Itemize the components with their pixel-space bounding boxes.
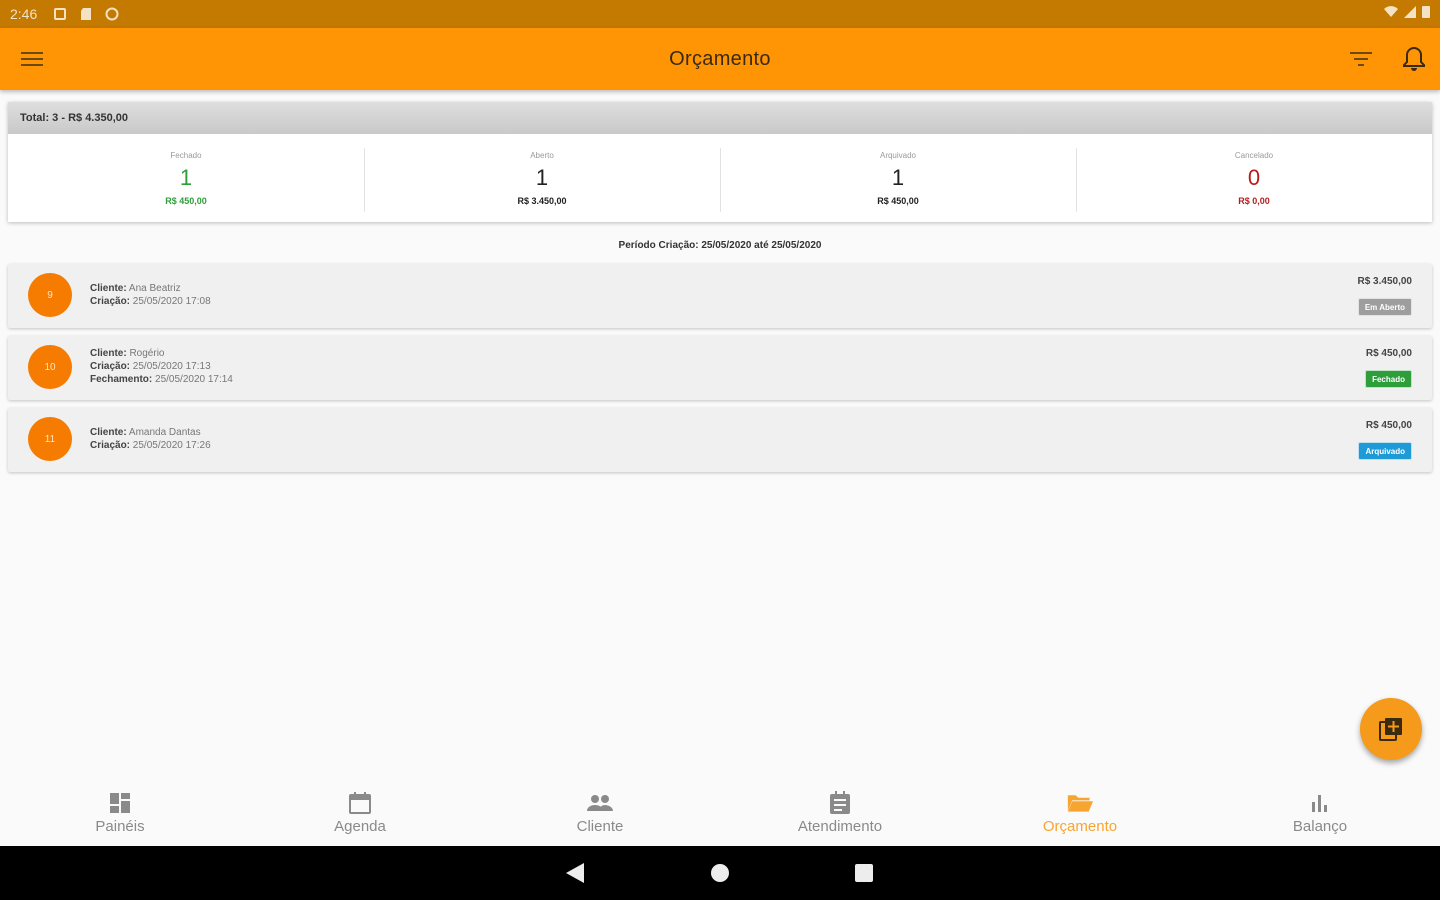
created-line: Criação: 25/05/2020 17:13 — [90, 360, 233, 373]
menu-icon[interactable] — [20, 47, 44, 71]
system-navigation-bar — [0, 846, 1440, 900]
status-stats: Fechado 1 R$ 450,00 Aberto 1 R$ 3.450,00… — [8, 134, 1432, 222]
notification-icon — [53, 7, 67, 21]
app-bar: Orçamento — [0, 28, 1440, 90]
nav-label: Balanço — [1292, 817, 1348, 835]
people-icon — [587, 790, 613, 816]
summary-card: Total: 3 - R$ 4.350,00 Fechado 1 R$ 450,… — [8, 102, 1432, 222]
sync-icon — [105, 7, 119, 21]
status-badge: Fechado — [1365, 370, 1412, 388]
stat-label: Cancelado — [1234, 150, 1274, 160]
bottom-navigation: Painéis Agenda Cliente Atendimento Orçam… — [0, 778, 1440, 846]
page-title: Orçamento — [669, 47, 771, 70]
add-box-icon — [1379, 718, 1402, 741]
client-line: Cliente: Amanda Dantas — [90, 426, 211, 439]
stat-label: Aberto — [530, 150, 554, 160]
stat-cancelado[interactable]: Cancelado 0 R$ 0,00 — [1076, 134, 1432, 222]
created-key: Criação: — [90, 296, 131, 307]
nav-item-orcamento[interactable]: Orçamento — [960, 778, 1200, 846]
client-value: Rogério — [129, 348, 165, 359]
folder-open-icon — [1067, 790, 1093, 816]
status-badge: Arquivado — [1358, 442, 1412, 460]
nav-label: Painéis — [95, 817, 145, 835]
stat-count: 1 — [891, 164, 905, 190]
sd-card-icon — [79, 7, 93, 21]
nav-item-atendimento[interactable]: Atendimento — [720, 778, 960, 846]
calendar-icon — [347, 790, 373, 816]
created-key: Criação: — [90, 440, 131, 451]
budget-number-avatar: 11 — [28, 417, 72, 461]
stat-aberto[interactable]: Aberto 1 R$ 3.450,00 — [364, 134, 720, 222]
created-value: 25/05/2020 17:08 — [132, 296, 211, 307]
budget-info: Cliente: Amanda Dantas Criação: 25/05/20… — [90, 426, 211, 452]
stat-value: R$ 450,00 — [165, 195, 207, 206]
created-line: Criação: 25/05/2020 17:08 — [90, 295, 211, 308]
stat-label: Arquivado — [879, 150, 917, 160]
nav-label: Agenda — [334, 817, 386, 835]
recents-icon[interactable] — [853, 862, 875, 884]
created-key: Criação: — [90, 361, 131, 372]
dashboard-icon — [107, 790, 133, 816]
client-line: Cliente: Rogério — [90, 347, 233, 360]
nav-item-cliente[interactable]: Cliente — [480, 778, 720, 846]
nav-item-paineis[interactable]: Painéis — [0, 778, 240, 846]
budget-info: Cliente: Rogério Criação: 25/05/2020 17:… — [90, 347, 233, 386]
add-budget-button[interactable] — [1360, 698, 1422, 760]
wifi-icon — [1384, 5, 1398, 23]
budget-number-avatar: 10 — [28, 345, 72, 389]
battery-icon — [1422, 5, 1430, 23]
total-summary: Total: 3 - R$ 4.350,00 — [8, 102, 1432, 134]
bar-chart-icon — [1307, 790, 1333, 816]
client-value: Ana Beatriz — [128, 283, 181, 294]
budget-amount: R$ 450,00 — [1365, 348, 1412, 359]
budget-info: Cliente: Ana Beatriz Criação: 25/05/2020… — [90, 282, 211, 308]
signal-icon — [1404, 5, 1416, 23]
nav-item-balanco[interactable]: Balanço — [1200, 778, 1440, 846]
budget-list-item[interactable]: 9 Cliente: Ana Beatriz Criação: 25/05/20… — [8, 264, 1432, 328]
nav-label: Cliente — [576, 817, 624, 835]
nav-item-agenda[interactable]: Agenda — [240, 778, 480, 846]
budget-number-avatar: 9 — [28, 273, 72, 317]
budget-amount: R$ 450,00 — [1365, 420, 1412, 431]
client-key: Cliente: — [90, 348, 127, 359]
created-value: 25/05/2020 17:13 — [132, 361, 211, 372]
assignment-icon — [827, 790, 853, 816]
closed-key: Fechamento: — [90, 374, 153, 385]
stat-count: 0 — [1247, 164, 1261, 190]
filter-icon[interactable] — [1348, 47, 1374, 71]
budget-list-item[interactable]: 10 Cliente: Rogério Criação: 25/05/2020 … — [8, 336, 1432, 400]
client-key: Cliente: — [90, 283, 127, 294]
stat-value: R$ 450,00 — [877, 195, 919, 206]
client-key: Cliente: — [90, 427, 127, 438]
notifications-bell-icon[interactable] — [1400, 44, 1428, 74]
nav-label: Orçamento — [1042, 817, 1118, 835]
status-indicators — [1384, 5, 1430, 23]
status-bar: 2:46 — [0, 0, 1440, 28]
stat-count: 1 — [535, 164, 549, 190]
stat-count: 1 — [179, 164, 193, 190]
created-value: 25/05/2020 17:26 — [132, 440, 211, 451]
nav-label: Atendimento — [797, 817, 883, 835]
client-value: Amanda Dantas — [128, 427, 201, 438]
stat-arquivado[interactable]: Arquivado 1 R$ 450,00 — [720, 134, 1076, 222]
stat-label: Fechado — [170, 150, 202, 160]
budget-list-item[interactable]: 11 Cliente: Amanda Dantas Criação: 25/05… — [8, 408, 1432, 472]
created-line: Criação: 25/05/2020 17:26 — [90, 439, 211, 452]
status-time: 2:46 — [10, 6, 38, 22]
client-line: Cliente: Ana Beatriz — [90, 282, 211, 295]
home-icon[interactable] — [709, 862, 731, 884]
period-range: Período Criação: 25/05/2020 até 25/05/20… — [618, 240, 822, 251]
back-icon[interactable] — [564, 862, 586, 884]
status-badge: Em Aberto — [1357, 298, 1412, 316]
budget-amount: R$ 3.450,00 — [1357, 276, 1413, 287]
budget-list: 9 Cliente: Ana Beatriz Criação: 25/05/20… — [8, 264, 1432, 480]
closed-value: 25/05/2020 17:14 — [155, 374, 233, 385]
closed-line: Fechamento: 25/05/2020 17:14 — [90, 373, 233, 386]
stat-value: R$ 3.450,00 — [517, 195, 567, 206]
stat-fechado[interactable]: Fechado 1 R$ 450,00 — [8, 134, 364, 222]
stat-value: R$ 0,00 — [1238, 195, 1270, 206]
